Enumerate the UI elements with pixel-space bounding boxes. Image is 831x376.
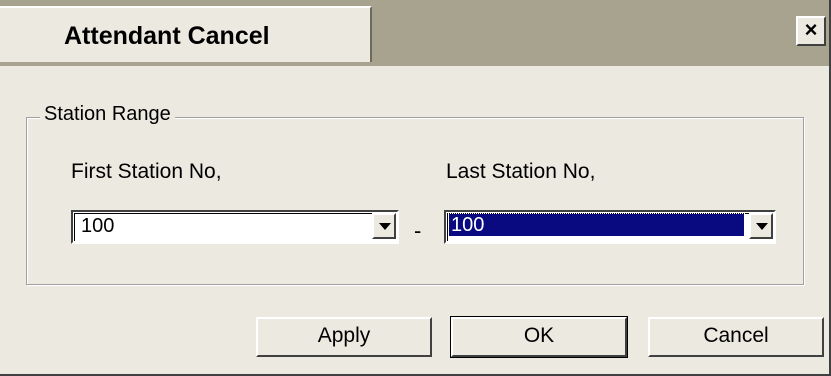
close-button[interactable]: × [796, 16, 826, 46]
chevron-down-icon [756, 223, 768, 230]
close-icon: × [804, 17, 818, 42]
last-station-dropdown-button[interactable] [749, 213, 773, 239]
station-range-label: Station Range [40, 103, 175, 126]
dialog-title: Attendant Cancel [64, 22, 270, 50]
last-station-label: Last Station No, [446, 160, 596, 183]
first-station-dropdown-button[interactable] [372, 213, 396, 239]
title-tab: Attendant Cancel [0, 6, 372, 62]
last-station-value: 100 [448, 213, 745, 237]
first-station-combobox[interactable]: 100 [71, 210, 399, 244]
ok-button[interactable]: OK [450, 316, 628, 358]
chevron-down-icon [379, 223, 391, 230]
first-station-label: First Station No, [71, 160, 222, 183]
title-bar: Attendant Cancel × [0, 0, 829, 66]
attendant-cancel-dialog: Attendant Cancel × Station Range First S… [0, 0, 831, 376]
station-range-group [26, 117, 804, 285]
apply-button[interactable]: Apply [256, 317, 432, 357]
range-separator: - [414, 218, 422, 243]
first-station-value: 100 [81, 215, 115, 237]
last-station-combobox[interactable]: 100 [444, 210, 776, 244]
cancel-button[interactable]: Cancel [648, 317, 824, 357]
